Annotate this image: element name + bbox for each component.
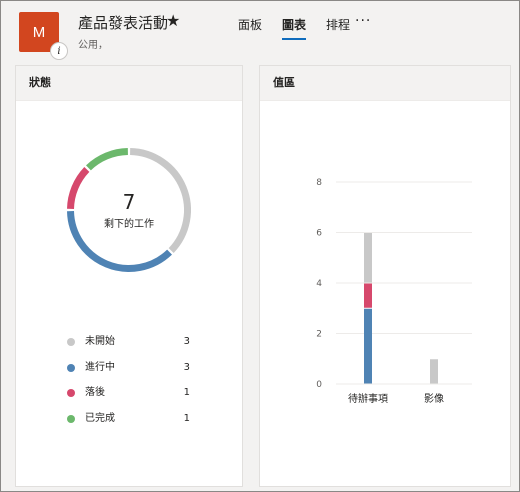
plan-visibility: 公用， — [78, 40, 108, 51]
bucket-card: 值區 0 2 4 6 8 待辦事項 影像 — [260, 66, 510, 486]
bar-segment-待辦事項[interactable] — [364, 233, 372, 283]
bar-segment-影像[interactable] — [430, 359, 438, 384]
more-options-icon[interactable]: ··· — [355, 13, 371, 29]
status-legend: 未開始 3 進行中 3 落後 1 已完成 1 — [64, 334, 204, 436]
remaining-label: 剩下的工作 — [104, 218, 154, 230]
legend-dot — [67, 338, 75, 346]
avatar-initial: M — [32, 23, 46, 41]
info-glyph: i — [57, 45, 61, 57]
tab-schedule[interactable]: 排程 — [326, 16, 350, 39]
status-donut-chart: 7 剩下的工作 — [63, 144, 195, 276]
tab-charts[interactable]: 圖表 — [282, 16, 307, 40]
legend-dot — [67, 414, 75, 423]
y-tick-label: 8 — [316, 178, 322, 188]
bucket-bar-chart: 0 2 4 6 8 待辦事項 影像 — [316, 178, 472, 405]
legend-count: 3 — [183, 336, 190, 347]
legend-count: 3 — [183, 361, 190, 373]
legend-label: 進行中 — [85, 361, 115, 373]
x-category-label: 影像 — [424, 393, 444, 405]
donut-center: 7 剩下的工作 — [63, 144, 195, 276]
favorite-star-icon[interactable]: ★ — [166, 11, 180, 30]
legend-item-not-started: 未開始 3 — [64, 334, 204, 360]
legend-count: 1 — [183, 387, 190, 398]
remaining-count: 7 — [122, 189, 136, 214]
info-icon[interactable]: i — [50, 42, 68, 60]
legend-item-in-progress: 進行中 3 — [64, 360, 204, 386]
y-tick-label: 6 — [316, 229, 322, 239]
legend-item-late: 落後 1 — [64, 385, 204, 411]
y-tick-label: 0 — [316, 380, 322, 390]
legend-label: 落後 — [85, 387, 105, 398]
legend-label: 未開始 — [85, 336, 115, 347]
status-card: 狀態 7 剩下的工作 未開始 3 進行中 3 落後 1 已完成 1 — [16, 66, 242, 486]
header: M i 產品發表活動 ★ 公用， 面板 圖表 排程 ··· — [0, 0, 520, 64]
plan-title: 產品發表活動 — [78, 14, 169, 32]
status-card-title: 狀態 — [16, 66, 242, 101]
legend-item-completed: 已完成 1 — [64, 411, 204, 437]
legend-count: 1 — [183, 412, 190, 424]
legend-dot — [67, 363, 75, 372]
view-tabs: 面板 圖表 排程 — [238, 16, 370, 40]
bar-segment-待辦事項[interactable] — [364, 283, 372, 308]
legend-dot — [67, 389, 75, 397]
legend-label: 已完成 — [85, 412, 115, 424]
x-category-label: 待辦事項 — [348, 392, 388, 405]
tab-board[interactable]: 面板 — [238, 16, 262, 39]
y-tick-label: 4 — [316, 279, 322, 289]
bar-segment-待辦事項[interactable] — [364, 308, 372, 384]
y-tick-label: 2 — [316, 330, 322, 340]
